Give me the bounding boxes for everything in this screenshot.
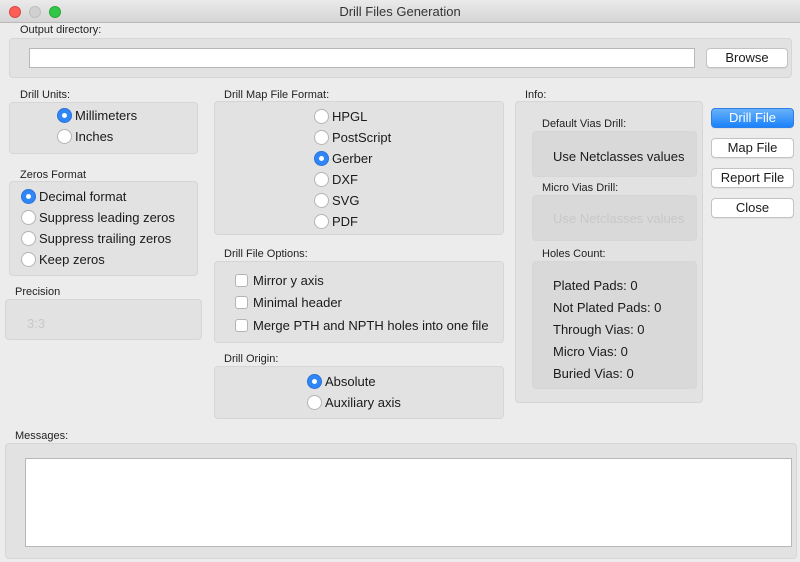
radio-suppress-trailing-zeros[interactable]: Suppress trailing zeros — [21, 230, 196, 248]
radio-auxiliary-axis[interactable]: Auxiliary axis — [307, 394, 427, 412]
checkbox-unchecked-icon — [235, 319, 248, 332]
radio-absolute[interactable]: Absolute — [307, 373, 427, 391]
map-file-button[interactable]: Map File — [711, 138, 794, 158]
checkbox-mirror-y-axis[interactable]: Mirror y axis — [235, 272, 500, 290]
radio-unselected-icon — [314, 109, 329, 124]
radio-unselected-icon — [57, 129, 72, 144]
holes-count-label: Holes Count: — [542, 248, 606, 260]
radio-selected-icon — [314, 151, 329, 166]
radio-unselected-icon — [21, 252, 36, 267]
precision-value: 3:3 — [27, 316, 46, 331]
drill-file-options-label: Drill File Options: — [224, 248, 308, 260]
radio-pdf[interactable]: PDF — [314, 213, 434, 231]
radio-dxf[interactable]: DXF — [314, 171, 434, 189]
output-directory-label: Output directory: — [20, 24, 102, 36]
radio-suppress-leading-zeros[interactable]: Suppress leading zeros — [21, 209, 196, 227]
window-close-button[interactable] — [9, 6, 21, 18]
radio-selected-icon — [57, 108, 72, 123]
radio-millimeters[interactable]: Millimeters — [57, 107, 197, 125]
radio-svg[interactable]: SVG — [314, 192, 434, 210]
drill-file-button[interactable]: Drill File — [711, 108, 794, 128]
precision-label: Precision — [15, 286, 61, 298]
radio-postscript[interactable]: PostScript — [314, 129, 434, 147]
messages-textarea[interactable] — [25, 458, 792, 547]
radio-gerber[interactable]: Gerber — [314, 150, 434, 168]
radio-keep-zeros[interactable]: Keep zeros — [21, 251, 196, 269]
messages-label: Messages: — [15, 430, 69, 442]
window-zoom-button[interactable] — [49, 6, 61, 18]
window-title: Drill Files Generation — [339, 4, 461, 19]
radio-inches[interactable]: Inches — [57, 128, 197, 146]
radio-unselected-icon — [21, 231, 36, 246]
checkbox-unchecked-icon — [235, 274, 248, 287]
default-vias-drill-label: Default Vias Drill: — [542, 118, 627, 130]
radio-unselected-icon — [314, 130, 329, 145]
plated-pads-count: Plated Pads: 0 — [553, 278, 638, 293]
radio-decimal-format[interactable]: Decimal format — [21, 188, 196, 206]
checkbox-merge-pth-npth[interactable]: Merge PTH and NPTH holes into one file — [235, 317, 500, 335]
drill-origin-label: Drill Origin: — [224, 353, 279, 365]
browse-button[interactable]: Browse — [706, 48, 788, 68]
default-vias-drill-value: Use Netclasses values — [553, 149, 685, 164]
radio-unselected-icon — [314, 193, 329, 208]
checkbox-unchecked-icon — [235, 296, 248, 309]
window-minimize-button[interactable] — [29, 6, 41, 18]
checkbox-minimal-header[interactable]: Minimal header — [235, 294, 500, 312]
radio-unselected-icon — [314, 214, 329, 229]
radio-hpgl[interactable]: HPGL — [314, 108, 434, 126]
drill-map-format-label: Drill Map File Format: — [224, 89, 330, 101]
micro-vias-drill-label: Micro Vias Drill: — [542, 182, 619, 194]
radio-unselected-icon — [307, 395, 322, 410]
micro-vias-count: Micro Vias: 0 — [553, 344, 628, 359]
buried-vias-count: Buried Vias: 0 — [553, 366, 634, 381]
radio-unselected-icon — [21, 210, 36, 225]
zeros-format-label: Zeros Format — [20, 169, 87, 181]
through-vias-count: Through Vias: 0 — [553, 322, 645, 337]
output-directory-input[interactable] — [29, 48, 695, 68]
info-label: Info: — [525, 89, 547, 101]
radio-unselected-icon — [314, 172, 329, 187]
title-bar: Drill Files Generation — [0, 0, 800, 23]
micro-vias-drill-value: Use Netclasses values — [553, 211, 685, 226]
not-plated-pads-count: Not Plated Pads: 0 — [553, 300, 662, 315]
drill-units-label: Drill Units: — [20, 89, 71, 101]
radio-selected-icon — [21, 189, 36, 204]
close-button[interactable]: Close — [711, 198, 794, 218]
radio-selected-icon — [307, 374, 322, 389]
report-file-button[interactable]: Report File — [711, 168, 794, 188]
